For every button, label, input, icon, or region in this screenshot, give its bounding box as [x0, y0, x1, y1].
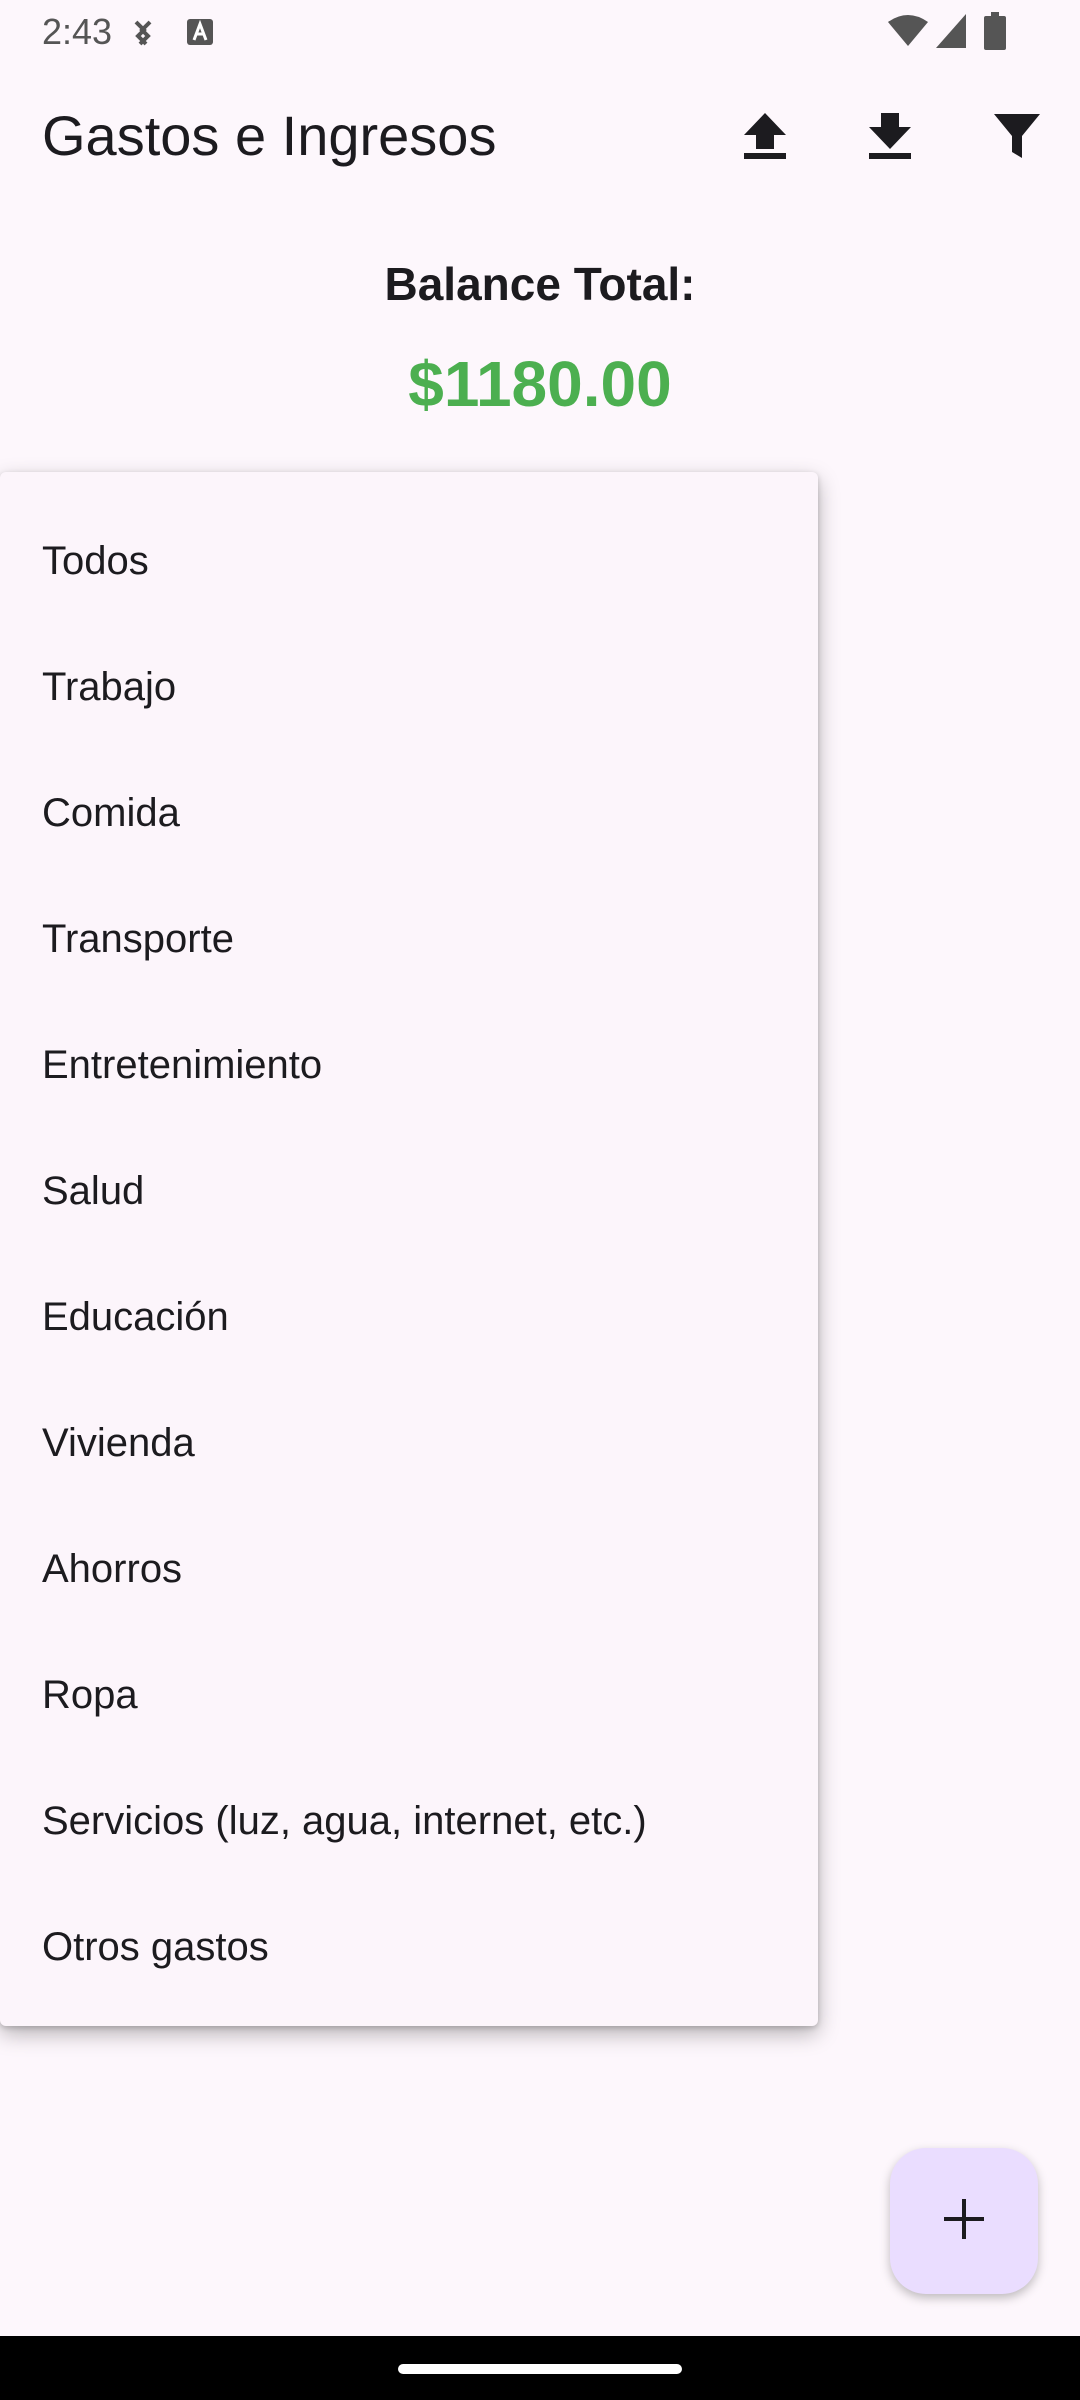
download-icon [869, 112, 911, 164]
menu-item-todos[interactable]: Todos [0, 498, 818, 624]
menu-item-ahorros[interactable]: Ahorros [0, 1506, 818, 1632]
add-transaction-button[interactable] [890, 2148, 1038, 2294]
upload-icon [744, 112, 786, 164]
home-gesture-handle[interactable] [398, 2364, 682, 2374]
filter-icon [994, 113, 1040, 163]
balance-label: Balance Total: [384, 258, 696, 310]
keyboard-a-icon [186, 18, 214, 51]
menu-item-educacion[interactable]: Educación [0, 1254, 818, 1380]
menu-item-servicios[interactable]: Servicios (luz, agua, internet, etc.) [0, 1758, 818, 1884]
category-filter-menu: Todos Trabajo Comida Transporte Entreten… [0, 472, 818, 2026]
signal-icon [936, 14, 966, 53]
menu-item-otros-gastos[interactable]: Otros gastos [0, 1884, 818, 2010]
system-nav-bar [0, 2336, 1080, 2400]
menu-item-transporte[interactable]: Transporte [0, 876, 818, 1002]
app-bar: Gastos e Ingresos [0, 80, 1080, 192]
filter-button[interactable] [981, 102, 1053, 174]
balance-value: $1180.00 [408, 348, 672, 420]
menu-item-vivienda[interactable]: Vivienda [0, 1380, 818, 1506]
upload-button[interactable] [729, 102, 801, 174]
menu-item-entretenimiento[interactable]: Entretenimiento [0, 1002, 818, 1128]
menu-item-ropa[interactable]: Ropa [0, 1632, 818, 1758]
battery-icon [984, 12, 1006, 55]
status-time: 2:43 [42, 11, 113, 52]
nfc-icon [130, 18, 158, 53]
menu-item-comida[interactable]: Comida [0, 750, 818, 876]
menu-item-salud[interactable]: Salud [0, 1128, 818, 1254]
status-bar: 2:43 [0, 0, 1080, 64]
wifi-icon [888, 14, 928, 53]
download-button[interactable] [854, 102, 926, 174]
screen: 2:43 Gastos e Ingresos Balance Total: $1… [0, 0, 1080, 2400]
app-title: Gastos e Ingresos [42, 104, 497, 167]
plus-icon [944, 2198, 984, 2244]
menu-item-trabajo[interactable]: Trabajo [0, 624, 818, 750]
